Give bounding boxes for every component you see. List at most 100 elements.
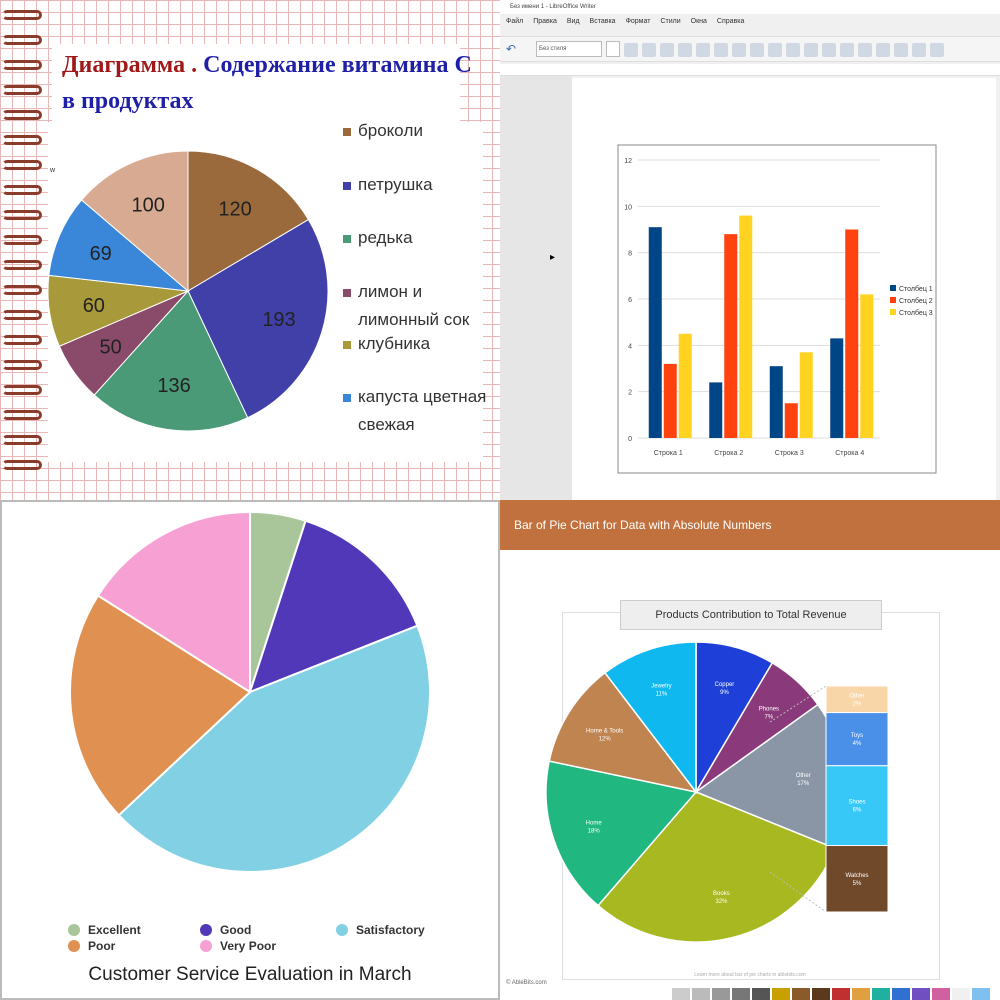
bar-label: 5% bbox=[853, 881, 862, 887]
writer-window: Без имени 1 - LibreOffice Writer Файл Пра… bbox=[500, 0, 1000, 500]
legend-label: Very Poor bbox=[220, 939, 276, 953]
color-swatch bbox=[892, 988, 910, 1000]
vitamin-pie-chart: 120 193 136 50 60 69 100 w брокoли петрушка редька… bbox=[47, 121, 486, 434]
slice-category: Home & Tools bbox=[586, 728, 623, 734]
bar bbox=[830, 338, 844, 438]
color-swatch bbox=[752, 988, 770, 1000]
bar bbox=[648, 227, 662, 438]
color-swatch bbox=[712, 988, 730, 1000]
note-text: Learn more about bar of pie charts in ab… bbox=[694, 972, 805, 978]
color-swatch bbox=[812, 988, 830, 1000]
color-swatch bbox=[832, 988, 850, 1000]
x-tick-label: Строка 3 bbox=[775, 450, 804, 457]
color-swatch bbox=[732, 988, 750, 1000]
color-swatch bbox=[692, 988, 710, 1000]
legend-label: петрушка bbox=[358, 175, 433, 194]
footer-text: © AbleBits.com bbox=[506, 979, 547, 986]
legend-swatch bbox=[343, 289, 351, 297]
bar-label: 2% bbox=[853, 701, 862, 707]
slice-label: 9% bbox=[720, 690, 729, 696]
legend-swatch bbox=[336, 924, 348, 936]
legend-label: лимон и bbox=[358, 282, 422, 301]
slice-label: 193 bbox=[262, 309, 295, 331]
bar-category: Toys bbox=[851, 733, 863, 739]
legend-swatch bbox=[343, 394, 351, 402]
legend-label: Столбец 1 bbox=[899, 285, 933, 293]
slice-label: 60 bbox=[83, 295, 105, 317]
slice-category: Home bbox=[586, 821, 603, 827]
legend-label: Satisfactory bbox=[356, 923, 425, 937]
bar bbox=[739, 215, 753, 438]
legend-label: Столбец 3 bbox=[899, 309, 933, 317]
color-swatch bbox=[912, 988, 930, 1000]
slice-label: 120 bbox=[218, 198, 251, 220]
bar-of-pie-chart: Copper 9% Phones 7% Other 17% Books 32% Home 18% H… bbox=[506, 641, 990, 1000]
color-swatch bbox=[952, 988, 970, 1000]
legend-swatch bbox=[343, 182, 351, 190]
y-tick-label: 10 bbox=[624, 204, 632, 211]
slice-category: Phones bbox=[759, 706, 779, 712]
legend-swatch bbox=[343, 341, 351, 349]
legend-label: редька bbox=[358, 228, 413, 247]
y-tick-label: 2 bbox=[628, 390, 632, 397]
bar bbox=[724, 234, 738, 438]
legend-label: лимонный сок bbox=[358, 310, 470, 329]
chart-title: Customer Service Evaluation in March bbox=[88, 964, 411, 985]
legend-label: клубника bbox=[358, 334, 431, 353]
bar bbox=[799, 352, 813, 438]
slice-category: Other bbox=[796, 773, 811, 779]
slice-label: 18% bbox=[588, 829, 601, 835]
legend-label: Excellent bbox=[88, 923, 141, 937]
y-tick-label: 0 bbox=[628, 436, 632, 443]
legend-swatch bbox=[200, 940, 212, 952]
y-tick-label: 4 bbox=[628, 343, 632, 350]
slice-label: 17% bbox=[797, 781, 810, 787]
x-tick-label: Строка 2 bbox=[714, 450, 743, 457]
bar-label: 6% bbox=[853, 808, 862, 814]
legend-swatch bbox=[343, 235, 351, 243]
bar bbox=[845, 229, 859, 438]
bar bbox=[784, 403, 798, 438]
bar-chart: 0 2 4 6 8 10 12 Строка 1 Строка 2 Строка 3 Строка … bbox=[617, 144, 937, 474]
legend-swatch bbox=[343, 128, 351, 136]
legend-swatch bbox=[890, 297, 896, 303]
legend-swatch bbox=[200, 924, 212, 936]
bar bbox=[769, 366, 783, 438]
customer-pie-chart: Excellent Good Satisfactory Poor Very Poor Cu… bbox=[68, 510, 431, 985]
slice-label: 69 bbox=[90, 243, 112, 265]
legend-swatch bbox=[68, 924, 80, 936]
x-tick-label: Строка 4 bbox=[835, 450, 864, 457]
color-swatch bbox=[772, 988, 790, 1000]
legend-label: свежая bbox=[358, 415, 415, 434]
slice-label: 136 bbox=[157, 375, 190, 397]
legend-label: Poor bbox=[88, 939, 116, 953]
legend-label: Столбец 2 bbox=[899, 297, 933, 305]
slice-label: 11% bbox=[656, 692, 668, 698]
legend-swatch bbox=[890, 309, 896, 315]
legend-swatch bbox=[890, 285, 896, 291]
color-swatch bbox=[972, 988, 990, 1000]
slice-label: 12% bbox=[599, 736, 612, 742]
axis-stub: w bbox=[49, 167, 56, 174]
bar bbox=[678, 333, 692, 438]
legend-swatch bbox=[68, 940, 80, 952]
slice-label: 7% bbox=[765, 714, 774, 720]
bar bbox=[663, 363, 677, 438]
legend-label: капуста цветная bbox=[358, 387, 486, 406]
vitamin-c-chart-panel: Диаграмма . Содержание витамина С в прод… bbox=[0, 0, 500, 500]
bar bbox=[860, 294, 874, 438]
legend-label: брокoли bbox=[358, 121, 423, 140]
color-swatch bbox=[852, 988, 870, 1000]
bar bbox=[709, 382, 723, 438]
slice-label: 32% bbox=[715, 899, 728, 905]
customer-service-panel: Excellent Good Satisfactory Poor Very Poor Cu… bbox=[0, 500, 500, 1000]
legend-label: Good bbox=[220, 923, 251, 937]
color-swatch bbox=[932, 988, 950, 1000]
slice-category: Books bbox=[713, 891, 730, 897]
slice-category: Jewelry bbox=[651, 684, 671, 690]
color-swatch bbox=[672, 988, 690, 1000]
y-tick-label: 6 bbox=[628, 297, 632, 304]
slice-label: 50 bbox=[99, 336, 121, 358]
bar-of-pie-panel: Bar of Pie Chart for Data with Absolute … bbox=[500, 500, 1000, 1000]
slice-category: Copper bbox=[715, 682, 735, 688]
